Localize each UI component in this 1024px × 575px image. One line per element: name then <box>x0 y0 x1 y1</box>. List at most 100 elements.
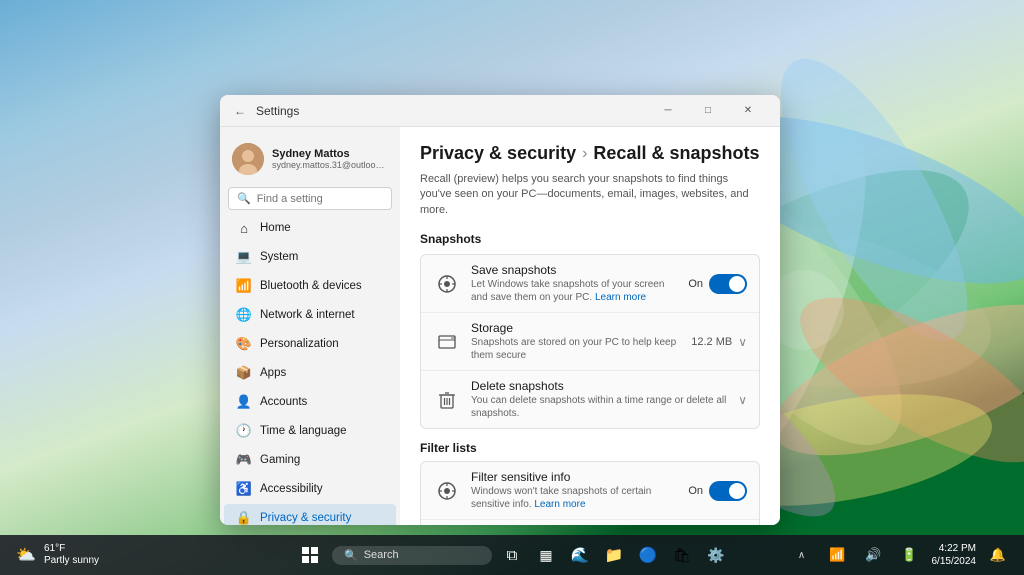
sidebar-item-apps[interactable]: 📦 Apps <box>224 359 396 387</box>
sidebar-item-bluetooth[interactable]: 📶 Bluetooth & devices <box>224 272 396 300</box>
nav-icon-gaming: 🎮 <box>236 452 252 468</box>
breadcrumb-separator: › <box>582 145 587 163</box>
save-snapshots-name: Save snapshots <box>471 263 678 277</box>
storage-row: Storage Snapshots are stored on your PC … <box>421 313 759 371</box>
storage-icon <box>433 328 461 356</box>
nav-icon-system: 💻 <box>236 249 252 265</box>
sidebar-item-system[interactable]: 💻 System <box>224 243 396 271</box>
filter-sensitive-control: On <box>688 481 747 501</box>
storage-name: Storage <box>471 321 681 335</box>
store-button[interactable]: 🛍 <box>668 541 696 569</box>
delete-snapshots-desc: You can delete snapshots within a time r… <box>471 394 728 420</box>
filter-sensitive-row: Filter sensitive info Windows won't take… <box>421 462 759 520</box>
on-label: On <box>688 278 703 290</box>
delete-expand-icon[interactable]: ∨ <box>738 393 747 407</box>
sidebar-item-gaming[interactable]: 🎮 Gaming <box>224 446 396 474</box>
storage-control: 12.2 MB ∨ <box>691 335 747 349</box>
nav-label-bluetooth: Bluetooth & devices <box>260 280 362 292</box>
sidebar-item-accessibility[interactable]: ♿ Accessibility <box>224 475 396 503</box>
battery-icon[interactable]: 🔋 <box>896 541 924 569</box>
nav-label-home: Home <box>260 222 291 234</box>
nav-icon-apps: 📦 <box>236 365 252 381</box>
breadcrumb-current: Recall & snapshots <box>593 143 759 164</box>
sidebar-item-network[interactable]: 🌐 Network & internet <box>224 301 396 329</box>
breadcrumb: Privacy & security › Recall & snapshots <box>420 143 760 164</box>
sidebar-item-personalization[interactable]: 🎨 Personalization <box>224 330 396 358</box>
widgets-button[interactable]: ▦ <box>532 541 560 569</box>
sidebar-item-home[interactable]: ⌂ Home <box>224 214 396 242</box>
avatar <box>232 143 264 175</box>
settings-window: ← Settings ─ □ ✕ <box>220 95 780 525</box>
sidebar-item-privacy[interactable]: 🔒 Privacy & security <box>224 504 396 525</box>
file-explorer-button[interactable]: 📁 <box>600 541 628 569</box>
edge-button[interactable]: 🌊 <box>566 541 594 569</box>
storage-expand-icon[interactable]: ∨ <box>738 335 747 349</box>
nav-label-network: Network & internet <box>260 309 355 321</box>
settings-search-box[interactable]: 🔍 <box>228 187 392 210</box>
minimize-button[interactable]: ─ <box>648 95 688 127</box>
nav-label-system: System <box>260 251 298 263</box>
nav-icon-personalization: 🎨 <box>236 336 252 352</box>
nav-list: ⌂ Home 💻 System 📶 Bluetooth & devices 🌐 … <box>220 214 400 525</box>
nav-icon-accounts: 👤 <box>236 394 252 410</box>
nav-label-gaming: Gaming <box>260 454 300 466</box>
window-controls: ─ □ ✕ <box>648 95 768 127</box>
filter-sensitive-desc: Windows won't take snapshots of certain … <box>471 485 678 511</box>
storage-desc: Snapshots are stored on your PC to help … <box>471 336 681 362</box>
nav-icon-accessibility: ♿ <box>236 481 252 497</box>
search-icon: 🔍 <box>237 192 251 205</box>
nav-icon-privacy: 🔒 <box>236 510 252 525</box>
filter-sensitive-text: Filter sensitive info Windows won't take… <box>471 470 678 511</box>
sidebar-item-time[interactable]: 🕐 Time & language <box>224 417 396 445</box>
save-snapshots-control: On <box>688 274 747 294</box>
apps-filter-row: Apps to filter Add or remove apps to fil… <box>421 520 759 525</box>
save-snapshots-text: Save snapshots Let Windows take snapshot… <box>471 263 678 304</box>
user-email: sydney.mattos.31@outlook.com <box>272 160 388 170</box>
filter-on-label: On <box>688 485 703 497</box>
nav-label-apps: Apps <box>260 367 286 379</box>
filter-learn-more-link[interactable]: Learn more <box>534 499 585 510</box>
system-tray[interactable]: ∧ <box>788 541 816 569</box>
nav-icon-home: ⌂ <box>236 220 252 236</box>
settings-taskbar-button[interactable]: ⚙️ <box>702 541 730 569</box>
delete-snapshots-text: Delete snapshots You can delete snapshot… <box>471 379 728 420</box>
network-icon[interactable]: 📶 <box>824 541 852 569</box>
storage-value: 12.2 MB <box>691 336 732 348</box>
settings-search-input[interactable] <box>257 193 383 205</box>
clock[interactable]: 4:22 PM 6/15/2024 <box>932 542 977 568</box>
sidebar-item-accounts[interactable]: 👤 Accounts <box>224 388 396 416</box>
notification-center[interactable]: 🔔 <box>984 541 1012 569</box>
user-name: Sydney Mattos <box>272 148 388 160</box>
maximize-button[interactable]: □ <box>688 95 728 127</box>
chrome-button[interactable]: 🔵 <box>634 541 662 569</box>
search-icon: 🔍 <box>344 549 358 562</box>
snapshots-section-title: Snapshots <box>420 232 760 246</box>
nav-icon-network: 🌐 <box>236 307 252 323</box>
save-snapshots-toggle[interactable] <box>709 274 747 294</box>
main-content: Privacy & security › Recall & snapshots … <box>400 127 780 525</box>
start-button[interactable] <box>294 539 326 571</box>
weather-widget[interactable]: ⛅ <box>12 541 40 569</box>
nav-icon-time: 🕐 <box>236 423 252 439</box>
save-snapshots-desc: Let Windows take snapshots of your scree… <box>471 278 678 304</box>
window-body: Sydney Mattos sydney.mattos.31@outlook.c… <box>220 127 780 525</box>
filter-sensitive-icon <box>433 477 461 505</box>
taskbar-left: ⛅ 61°F Partly sunny <box>12 541 99 569</box>
learn-more-link[interactable]: Learn more <box>595 292 646 303</box>
back-button[interactable]: ← <box>232 103 248 119</box>
snapshots-card: Save snapshots Let Windows take snapshot… <box>420 254 760 429</box>
volume-icon[interactable]: 🔊 <box>860 541 888 569</box>
filter-sensitive-name: Filter sensitive info <box>471 470 678 484</box>
taskbar-search[interactable]: 🔍 Search <box>332 546 492 565</box>
storage-text: Storage Snapshots are stored on your PC … <box>471 321 681 362</box>
nav-label-time: Time & language <box>260 425 347 437</box>
user-profile[interactable]: Sydney Mattos sydney.mattos.31@outlook.c… <box>220 135 400 183</box>
close-button[interactable]: ✕ <box>728 95 768 127</box>
task-view-button[interactable]: ⧉ <box>498 541 526 569</box>
sidebar: Sydney Mattos sydney.mattos.31@outlook.c… <box>220 127 400 525</box>
nav-label-accessibility: Accessibility <box>260 483 323 495</box>
delete-snapshots-name: Delete snapshots <box>471 379 728 393</box>
filter-lists-section-title: Filter lists <box>420 441 760 455</box>
filter-sensitive-toggle[interactable] <box>709 481 747 501</box>
title-bar: ← Settings ─ □ ✕ <box>220 95 780 127</box>
